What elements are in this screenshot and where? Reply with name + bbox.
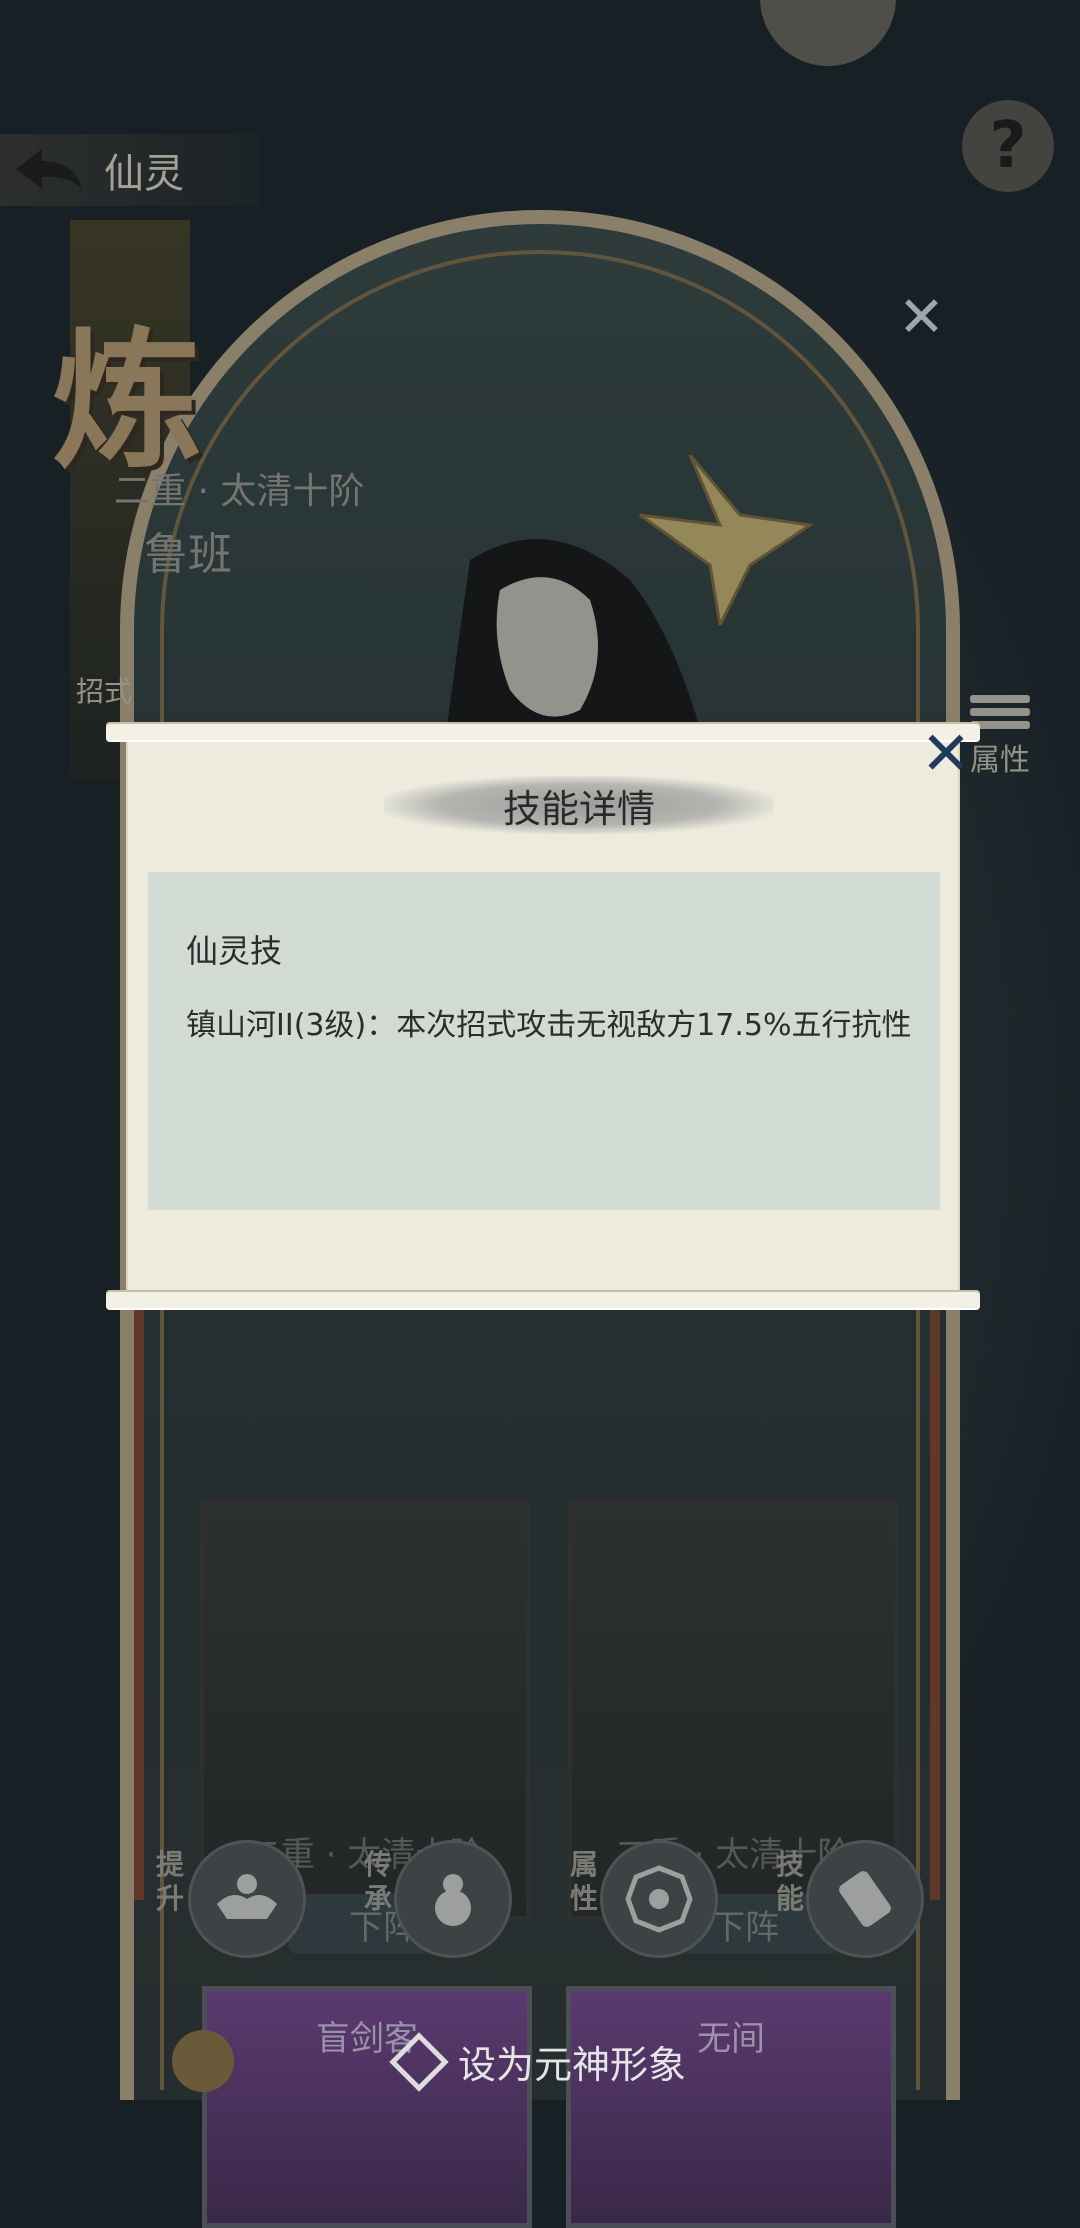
set-avatar-label: 设为元神形象: [458, 2043, 687, 2087]
modal-title-banner: 技能详情: [384, 776, 774, 834]
scroll-rod-bottom: [106, 1290, 980, 1310]
skill-description: 镇山河II(3级)：本次招式攻击无视敌方17.5%五行抗性: [186, 1008, 912, 1043]
close-icon: ✕: [920, 719, 972, 789]
diamond-checkbox-icon[interactable]: [389, 2031, 449, 2092]
set-avatar-option[interactable]: 设为元神形象: [389, 2031, 687, 2092]
modal-title: 技能详情: [502, 786, 655, 831]
skill-panel: 仙灵技 镇山河II(3级)：本次招式攻击无视敌方17.5%五行抗性: [148, 872, 940, 1210]
dice-icon[interactable]: [172, 2030, 234, 2092]
portrait-card[interactable]: 盲剑客: [202, 1986, 532, 2228]
skill-heading: 仙灵技: [186, 932, 283, 970]
close-button[interactable]: ✕: [914, 719, 978, 789]
portrait-card[interactable]: 无间: [566, 1986, 896, 2228]
scroll-rod-top: [106, 722, 980, 742]
